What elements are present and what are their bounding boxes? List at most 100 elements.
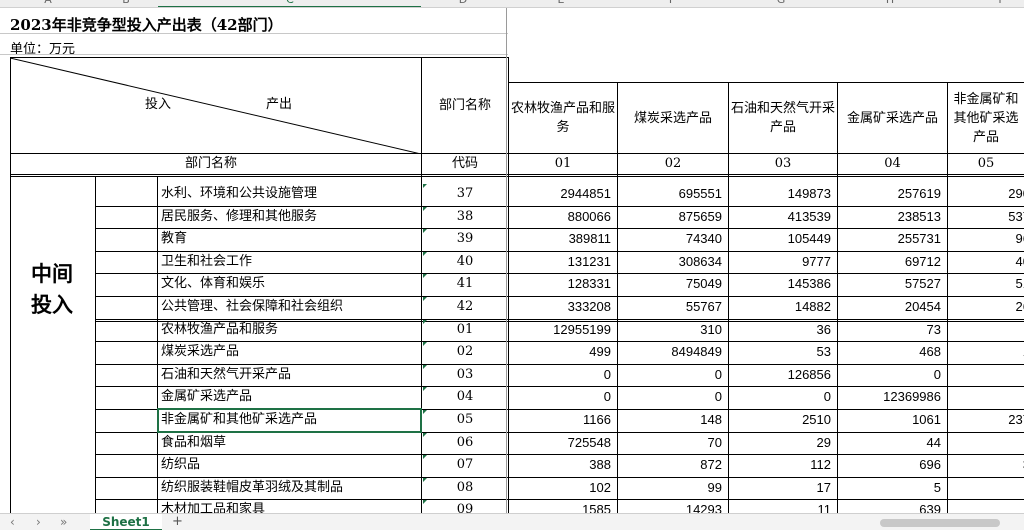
row-code[interactable]: 37 xyxy=(422,183,508,205)
value-cell[interactable]: 310 xyxy=(618,319,722,341)
row-code[interactable]: 08 xyxy=(422,477,508,499)
value-cell[interactable]: 0 xyxy=(618,364,722,386)
last-sheet-icon[interactable]: » xyxy=(60,515,67,529)
value-cell[interactable]: 17 xyxy=(729,477,831,499)
value-cell[interactable]: 148 xyxy=(618,409,722,431)
column-letter-e[interactable]: E xyxy=(551,0,571,6)
value-cell[interactable]: 388 xyxy=(509,454,611,476)
row-code[interactable]: 39 xyxy=(422,228,508,250)
row-name[interactable]: 食品和烟草 xyxy=(161,432,226,454)
value-cell[interactable]: 8494849 xyxy=(618,341,722,363)
row-name[interactable]: 居民服务、修理和其他服务 xyxy=(161,206,317,228)
value-cell[interactable]: 696 xyxy=(838,454,941,476)
value-cell[interactable]: 14882 xyxy=(729,296,831,318)
value-cell[interactable]: 257619 xyxy=(838,183,941,205)
value-cell[interactable]: 112 xyxy=(729,454,831,476)
value-cell[interactable]: 14293 xyxy=(618,499,722,513)
value-cell[interactable] xyxy=(948,386,1024,408)
row-code[interactable]: 41 xyxy=(422,273,508,295)
value-cell[interactable]: 70 xyxy=(618,432,722,454)
value-cell[interactable]: 725548 xyxy=(509,432,611,454)
value-cell[interactable] xyxy=(948,499,1024,513)
value-cell[interactable]: 12369986 xyxy=(838,386,941,408)
add-sheet-icon[interactable]: + xyxy=(172,514,183,529)
value-cell[interactable]: 26 xyxy=(948,296,1024,318)
value-cell[interactable]: 29 xyxy=(729,432,831,454)
value-cell[interactable]: 57527 xyxy=(838,273,941,295)
horizontal-scrollbar[interactable] xyxy=(880,519,1000,527)
value-cell[interactable]: 537 xyxy=(948,206,1024,228)
value-cell[interactable]: 145386 xyxy=(729,273,831,295)
column-letter-f[interactable]: F xyxy=(662,0,682,6)
value-cell[interactable]: 1166 xyxy=(509,409,611,431)
value-cell[interactable]: 126856 xyxy=(729,364,831,386)
value-cell[interactable] xyxy=(948,432,1024,454)
row-code[interactable]: 06 xyxy=(422,432,508,454)
value-cell[interactable]: 238513 xyxy=(838,206,941,228)
value-cell[interactable]: 20454 xyxy=(838,296,941,318)
value-cell[interactable]: 389811 xyxy=(509,228,611,250)
value-cell[interactable]: 55767 xyxy=(618,296,722,318)
column-letter-d[interactable]: D xyxy=(453,0,473,6)
column-letter-h[interactable]: H xyxy=(880,0,900,6)
value-cell[interactable] xyxy=(948,319,1024,341)
value-cell[interactable]: 872 xyxy=(618,454,722,476)
value-cell[interactable]: 36 xyxy=(729,319,831,341)
sheet-tab-sheet1[interactable]: Sheet1 xyxy=(90,514,162,530)
value-cell[interactable]: 51 xyxy=(948,273,1024,295)
value-cell[interactable]: 74340 xyxy=(618,228,722,250)
row-name[interactable]: 文化、体育和娱乐 xyxy=(161,273,265,295)
row-name[interactable]: 教育 xyxy=(161,228,187,250)
value-cell[interactable]: 44 xyxy=(838,432,941,454)
value-cell[interactable]: 2944851 xyxy=(509,183,611,205)
value-cell[interactable]: 308634 xyxy=(618,251,722,273)
value-cell[interactable]: 102 xyxy=(509,477,611,499)
value-cell[interactable]: 75049 xyxy=(618,273,722,295)
row-code[interactable]: 38 xyxy=(422,206,508,228)
value-cell[interactable]: 237 xyxy=(948,409,1024,431)
row-name[interactable]: 石油和天然气开采产品 xyxy=(161,364,291,386)
value-cell[interactable]: 0 xyxy=(838,364,941,386)
value-cell[interactable]: 1 xyxy=(948,341,1024,363)
value-cell[interactable]: 12955199 xyxy=(509,319,611,341)
row-name[interactable]: 水利、环境和公共设施管理 xyxy=(161,183,317,205)
value-cell[interactable]: 149873 xyxy=(729,183,831,205)
value-cell[interactable]: 290 xyxy=(948,183,1024,205)
value-cell[interactable]: 875659 xyxy=(618,206,722,228)
value-cell[interactable]: 413539 xyxy=(729,206,831,228)
value-cell[interactable]: 0 xyxy=(509,364,611,386)
value-cell[interactable]: 105449 xyxy=(729,228,831,250)
row-code[interactable]: 40 xyxy=(422,251,508,273)
column-letter-g[interactable]: G xyxy=(771,0,791,6)
value-cell[interactable]: 695551 xyxy=(618,183,722,205)
value-cell[interactable]: 468 xyxy=(838,341,941,363)
value-cell[interactable]: 0 xyxy=(618,386,722,408)
value-cell[interactable]: 880066 xyxy=(509,206,611,228)
row-name[interactable]: 金属矿采选产品 xyxy=(161,386,252,408)
spreadsheet-grid[interactable]: 2023年非竞争型投入产出表（42部门） 单位：万元 投入 产出 部门名称 部门… xyxy=(0,8,1024,513)
value-cell[interactable]: 40 xyxy=(948,251,1024,273)
value-cell[interactable]: 69712 xyxy=(838,251,941,273)
row-name[interactable]: 纺织品 xyxy=(161,454,200,476)
value-cell[interactable]: 2510 xyxy=(729,409,831,431)
value-cell[interactable]: 99 xyxy=(618,477,722,499)
value-cell[interactable]: 73 xyxy=(838,319,941,341)
row-name[interactable]: 纺织服装鞋帽皮革羽绒及其制品 xyxy=(161,477,343,499)
value-cell[interactable]: 5 xyxy=(838,477,941,499)
value-cell[interactable]: 11 xyxy=(729,499,832,513)
value-cell[interactable]: 639 xyxy=(838,499,941,513)
row-name[interactable]: 公共管理、社会保障和社会组织 xyxy=(161,296,343,318)
row-code[interactable]: 03 xyxy=(422,364,508,386)
row-code[interactable]: 01 xyxy=(422,319,508,341)
column-letter-i[interactable]: I xyxy=(990,0,1010,6)
row-code[interactable]: 02 xyxy=(422,341,508,363)
column-letter-b[interactable]: B xyxy=(116,0,136,6)
value-cell[interactable] xyxy=(948,477,1024,499)
row-code[interactable]: 05 xyxy=(422,409,508,431)
value-cell[interactable]: 255731 xyxy=(838,228,941,250)
row-name[interactable]: 木材加工品和家具 xyxy=(161,499,265,513)
value-cell[interactable]: 1061 xyxy=(838,409,941,431)
row-code[interactable]: 07 xyxy=(422,454,508,476)
value-cell[interactable]: 1585 xyxy=(509,499,611,513)
row-code[interactable]: 04 xyxy=(422,386,508,408)
